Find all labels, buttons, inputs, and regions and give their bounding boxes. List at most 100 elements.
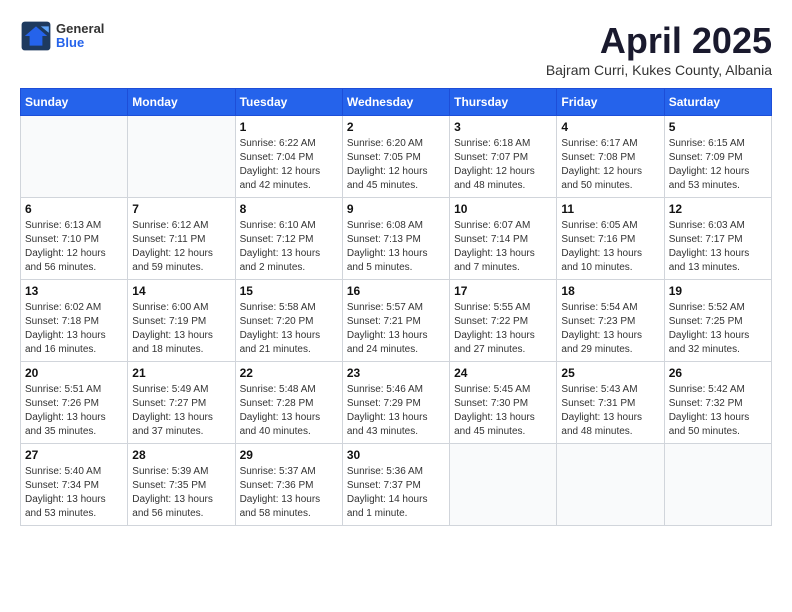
weekday-header: Monday [128,89,235,116]
title-block: April 2025 Bajram Curri, Kukes County, A… [546,20,772,78]
calendar-cell: 4 Sunrise: 6:17 AM Sunset: 7:08 PM Daylig… [557,116,664,198]
day-detail: Sunrise: 6:03 AM Sunset: 7:17 PM Dayligh… [669,219,767,275]
day-number: 8 [240,202,338,216]
weekday-header: Friday [557,89,664,116]
calendar-cell: 21 Sunrise: 5:49 AM Sunset: 7:27 PM Dayli… [128,362,235,444]
day-number: 26 [669,366,767,380]
logo-text: General Blue [56,22,104,51]
day-number: 24 [454,366,552,380]
calendar-cell: 9Sunrise: 6:08 AM Sunset: 7:13 PM Daylig… [342,198,449,280]
calendar-cell: 30Sunrise: 5:36 AM Sunset: 7:37 PM Dayli… [342,444,449,526]
day-number: 22 [240,366,338,380]
day-number: 2 [347,120,445,134]
calendar-week-row: 1 Sunrise: 6:22 AM Sunset: 7:04 PM Daylig… [21,116,772,198]
day-detail: Sunrise: 5:49 AM Sunset: 7:27 PM Dayligh… [132,383,230,439]
weekday-header: Wednesday [342,89,449,116]
calendar-cell: 3 Sunrise: 6:18 AM Sunset: 7:07 PM Daylig… [450,116,557,198]
day-detail: Sunrise: 5:51 AM Sunset: 7:26 PM Dayligh… [25,383,123,439]
day-detail: Sunrise: 5:40 AM Sunset: 7:34 PM Dayligh… [25,465,123,521]
calendar-week-row: 6Sunrise: 6:13 AM Sunset: 7:10 PM Daylig… [21,198,772,280]
calendar-cell: 13Sunrise: 6:02 AM Sunset: 7:18 PM Dayli… [21,280,128,362]
logo: General Blue [20,20,104,52]
day-detail: Sunrise: 5:54 AM Sunset: 7:23 PM Dayligh… [561,301,659,357]
day-detail: Sunrise: 6:07 AM Sunset: 7:14 PM Dayligh… [454,219,552,275]
day-number: 7 [132,202,230,216]
day-number: 4 [561,120,659,134]
day-detail: Sunrise: 5:52 AM Sunset: 7:25 PM Dayligh… [669,301,767,357]
weekday-header: Saturday [664,89,771,116]
calendar-cell [450,444,557,526]
calendar-cell: 22 Sunrise: 5:48 AM Sunset: 7:28 PM Dayli… [235,362,342,444]
calendar-week-row: 13Sunrise: 6:02 AM Sunset: 7:18 PM Dayli… [21,280,772,362]
day-detail: Sunrise: 5:42 AM Sunset: 7:32 PM Dayligh… [669,383,767,439]
weekday-header: Thursday [450,89,557,116]
day-detail: Sunrise: 6:02 AM Sunset: 7:18 PM Dayligh… [25,301,123,357]
calendar-cell: 2 Sunrise: 6:20 AM Sunset: 7:05 PM Daylig… [342,116,449,198]
calendar-week-row: 20 Sunrise: 5:51 AM Sunset: 7:26 PM Dayli… [21,362,772,444]
calendar-cell: 25 Sunrise: 5:43 AM Sunset: 7:31 PM Dayli… [557,362,664,444]
day-detail: Sunrise: 5:48 AM Sunset: 7:28 PM Dayligh… [240,383,338,439]
logo-icon [20,20,52,52]
day-detail: Sunrise: 5:39 AM Sunset: 7:35 PM Dayligh… [132,465,230,521]
calendar-cell: 23Sunrise: 5:46 AM Sunset: 7:29 PM Dayli… [342,362,449,444]
day-detail: Sunrise: 6:00 AM Sunset: 7:19 PM Dayligh… [132,301,230,357]
day-detail: Sunrise: 5:46 AM Sunset: 7:29 PM Dayligh… [347,383,445,439]
day-detail: Sunrise: 5:37 AM Sunset: 7:36 PM Dayligh… [240,465,338,521]
day-number: 1 [240,120,338,134]
day-number: 10 [454,202,552,216]
day-detail: Sunrise: 6:10 AM Sunset: 7:12 PM Dayligh… [240,219,338,275]
day-detail: Sunrise: 6:12 AM Sunset: 7:11 PM Dayligh… [132,219,230,275]
day-number: 12 [669,202,767,216]
calendar-cell: 1 Sunrise: 6:22 AM Sunset: 7:04 PM Daylig… [235,116,342,198]
day-number: 28 [132,448,230,462]
day-detail: Sunrise: 6:15 AM Sunset: 7:09 PM Dayligh… [669,137,767,193]
day-number: 16 [347,284,445,298]
day-number: 30 [347,448,445,462]
calendar-cell: 12 Sunrise: 6:03 AM Sunset: 7:17 PM Dayli… [664,198,771,280]
day-number: 21 [132,366,230,380]
day-detail: Sunrise: 6:05 AM Sunset: 7:16 PM Dayligh… [561,219,659,275]
calendar-week-row: 27Sunrise: 5:40 AM Sunset: 7:34 PM Dayli… [21,444,772,526]
calendar-cell: 28 Sunrise: 5:39 AM Sunset: 7:35 PM Dayli… [128,444,235,526]
calendar-cell: 18Sunrise: 5:54 AM Sunset: 7:23 PM Dayli… [557,280,664,362]
calendar-cell: 7 Sunrise: 6:12 AM Sunset: 7:11 PM Daylig… [128,198,235,280]
day-detail: Sunrise: 6:08 AM Sunset: 7:13 PM Dayligh… [347,219,445,275]
day-number: 15 [240,284,338,298]
calendar-cell: 26 Sunrise: 5:42 AM Sunset: 7:32 PM Dayli… [664,362,771,444]
day-detail: Sunrise: 5:57 AM Sunset: 7:21 PM Dayligh… [347,301,445,357]
calendar-cell: 10 Sunrise: 6:07 AM Sunset: 7:14 PM Dayli… [450,198,557,280]
day-detail: Sunrise: 6:20 AM Sunset: 7:05 PM Dayligh… [347,137,445,193]
calendar-cell [557,444,664,526]
day-number: 25 [561,366,659,380]
calendar-cell: 24 Sunrise: 5:45 AM Sunset: 7:30 PM Dayli… [450,362,557,444]
calendar-cell: 19Sunrise: 5:52 AM Sunset: 7:25 PM Dayli… [664,280,771,362]
month-title: April 2025 [546,20,772,62]
day-number: 6 [25,202,123,216]
day-detail: Sunrise: 5:43 AM Sunset: 7:31 PM Dayligh… [561,383,659,439]
day-number: 11 [561,202,659,216]
calendar-cell: 27Sunrise: 5:40 AM Sunset: 7:34 PM Dayli… [21,444,128,526]
weekday-header: Tuesday [235,89,342,116]
calendar-cell [21,116,128,198]
day-number: 5 [669,120,767,134]
location-subtitle: Bajram Curri, Kukes County, Albania [546,62,772,78]
day-number: 14 [132,284,230,298]
calendar-table: SundayMondayTuesdayWednesdayThursdayFrid… [20,88,772,526]
day-number: 20 [25,366,123,380]
day-detail: Sunrise: 5:45 AM Sunset: 7:30 PM Dayligh… [454,383,552,439]
day-detail: Sunrise: 6:22 AM Sunset: 7:04 PM Dayligh… [240,137,338,193]
calendar-cell: 15 Sunrise: 5:58 AM Sunset: 7:20 PM Dayli… [235,280,342,362]
calendar-cell [664,444,771,526]
calendar-cell: 5 Sunrise: 6:15 AM Sunset: 7:09 PM Daylig… [664,116,771,198]
calendar-cell: 16 Sunrise: 5:57 AM Sunset: 7:21 PM Dayli… [342,280,449,362]
day-number: 3 [454,120,552,134]
day-detail: Sunrise: 5:55 AM Sunset: 7:22 PM Dayligh… [454,301,552,357]
page-header: General Blue April 2025 Bajram Curri, Ku… [20,20,772,78]
weekday-header-row: SundayMondayTuesdayWednesdayThursdayFrid… [21,89,772,116]
day-detail: Sunrise: 6:18 AM Sunset: 7:07 PM Dayligh… [454,137,552,193]
day-detail: Sunrise: 6:17 AM Sunset: 7:08 PM Dayligh… [561,137,659,193]
day-detail: Sunrise: 5:58 AM Sunset: 7:20 PM Dayligh… [240,301,338,357]
day-number: 29 [240,448,338,462]
calendar-cell: 14 Sunrise: 6:00 AM Sunset: 7:19 PM Dayli… [128,280,235,362]
calendar-cell: 20 Sunrise: 5:51 AM Sunset: 7:26 PM Dayli… [21,362,128,444]
